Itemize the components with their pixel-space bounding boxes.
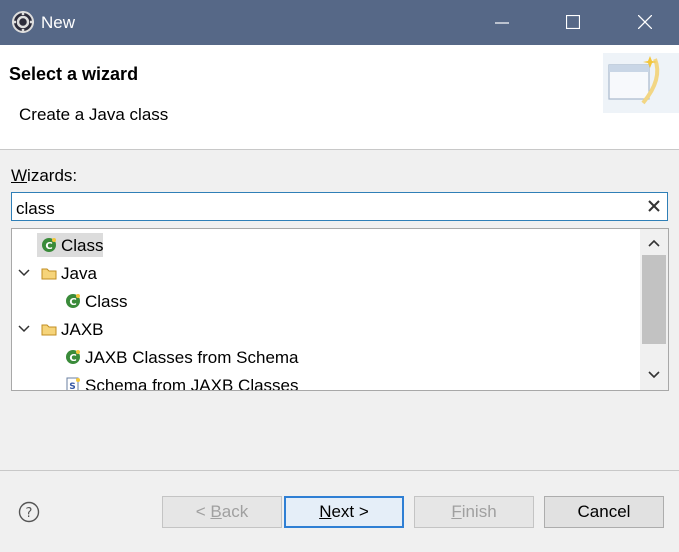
cancel-button[interactable]: Cancel (544, 496, 664, 528)
java-class-icon: C (42, 238, 56, 252)
wizard-header: Select a wizard Create a Java class (0, 45, 679, 150)
page-title: Select a wizard (9, 64, 139, 84)
svg-text:S: S (69, 382, 75, 391)
footer-separator (0, 470, 679, 471)
tree-item-label: Class (61, 236, 104, 255)
wizard-tree[interactable]: C Class Java C Class JAXB C JAXB Classes… (11, 228, 669, 391)
title-bar: New (0, 0, 679, 45)
chevron-down-icon[interactable] (18, 324, 30, 334)
close-window-button[interactable] (621, 0, 669, 45)
scroll-down-icon[interactable] (648, 371, 660, 379)
vertical-scrollbar[interactable] (640, 229, 668, 390)
finish-button[interactable]: Finish (414, 496, 534, 528)
page-description: Create a Java class (19, 105, 169, 124)
tree-item-label: Java (61, 264, 97, 283)
window-title: New (41, 13, 76, 32)
filter-text: class (16, 199, 55, 218)
tree-item-label: JAXB Classes from Schema (85, 348, 299, 367)
tree-item-label: Schema from JAXB Classes (85, 376, 299, 391)
wizards-label: Wizards: (11, 166, 78, 185)
svg-text:C: C (69, 353, 76, 364)
scroll-up-icon[interactable] (648, 239, 660, 247)
wizard-filter-input[interactable]: class (11, 192, 668, 221)
tree-item-label: Class (85, 292, 128, 311)
java-class-icon: C (66, 350, 80, 364)
tree-item-label: JAXB (61, 320, 104, 339)
tree-item-jaxb[interactable]: JAXB (12, 315, 638, 343)
new-wizard-banner-icon (603, 53, 679, 113)
maximize-button[interactable] (549, 0, 597, 45)
close-icon (638, 15, 652, 29)
maximize-icon (566, 15, 580, 29)
tree-item-java-class[interactable]: C Class (12, 287, 638, 315)
next-button[interactable]: Next > (284, 496, 404, 528)
tree-item-jaxb-classes-from-schema[interactable]: C JAXB Classes from Schema (12, 343, 638, 371)
minimize-button[interactable] (478, 0, 526, 45)
scrollbar-thumb[interactable] (642, 255, 666, 344)
minimize-icon (495, 22, 509, 24)
folder-icon (41, 324, 57, 336)
schema-file-icon: S (66, 377, 80, 391)
java-class-icon: C (66, 294, 80, 308)
chevron-down-icon[interactable] (18, 268, 30, 278)
svg-text:?: ? (26, 506, 33, 521)
eclipse-gear-icon (12, 11, 34, 33)
back-button[interactable]: < Back (162, 496, 282, 528)
svg-text:C: C (69, 297, 76, 308)
clear-filter-icon[interactable] (647, 199, 661, 213)
folder-icon (41, 268, 57, 280)
svg-text:C: C (45, 241, 52, 252)
tree-item-schema-from-jaxb-classes[interactable]: S Schema from JAXB Classes (12, 371, 638, 391)
tree-item-class-top[interactable]: C Class (12, 231, 638, 259)
help-icon[interactable]: ? (18, 501, 40, 523)
tree-item-java[interactable]: Java (12, 259, 638, 287)
